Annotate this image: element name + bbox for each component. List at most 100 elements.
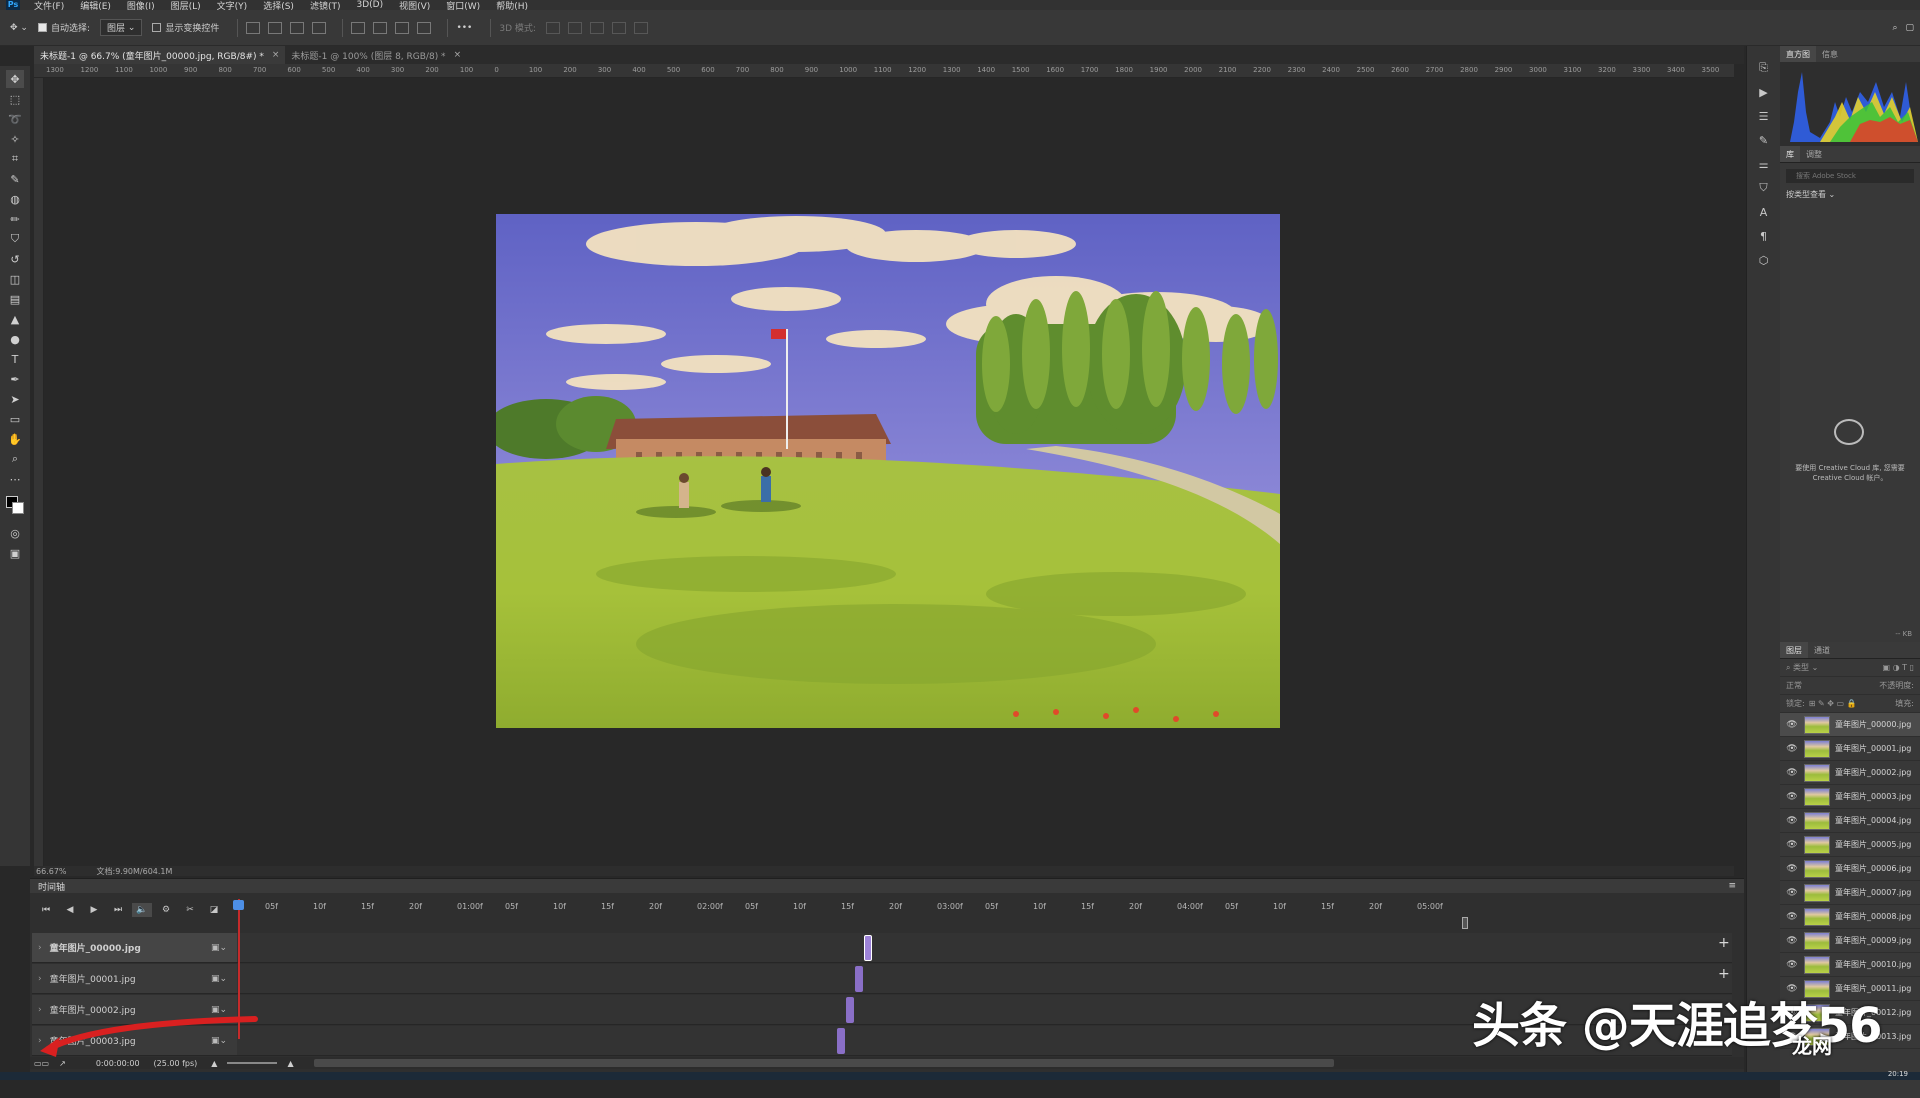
audio-icon[interactable]: 🔈 xyxy=(132,903,152,917)
dodge-tool-icon[interactable]: ● xyxy=(6,330,24,348)
align-left-icon[interactable] xyxy=(246,21,261,34)
library-search-input[interactable]: 搜索 Adobe Stock xyxy=(1786,169,1914,183)
align-right-icon[interactable] xyxy=(290,21,305,34)
path-selection-tool-icon[interactable]: ➤ xyxy=(6,390,24,408)
3d-slide-icon[interactable] xyxy=(611,21,626,34)
gradient-tool-icon[interactable]: ▤ xyxy=(6,290,24,308)
healing-brush-tool-icon[interactable]: ◍ xyxy=(6,190,24,208)
workspace-icon[interactable]: ▢ xyxy=(1905,23,1914,33)
layer-row[interactable]: 👁 童年图片_00001.jpg xyxy=(1780,737,1920,761)
tab-channels[interactable]: 通道 xyxy=(1808,642,1836,658)
canvas-artwork-image[interactable] xyxy=(496,214,1280,728)
adjust-sliders-icon[interactable]: ⚌ xyxy=(1755,156,1773,172)
3d-cube-icon[interactable]: ⬡ xyxy=(1755,252,1773,268)
timeline-lane[interactable] xyxy=(237,933,1732,963)
more-tools-icon[interactable]: ⋯ xyxy=(6,470,24,488)
auto-select-checkbox[interactable]: 自动选择: xyxy=(37,21,90,34)
split-scissors-icon[interactable]: ✂ xyxy=(180,903,200,917)
eye-icon[interactable]: 👁 xyxy=(1784,960,1800,970)
film-icon[interactable]: ▣⌄ xyxy=(211,974,227,984)
layer-row[interactable]: 👁 童年图片_00004.jpg xyxy=(1780,809,1920,833)
distribute-vertical-icon[interactable] xyxy=(417,21,432,34)
add-media-plus-icon[interactable]: + xyxy=(1718,966,1730,982)
search-icon[interactable]: ⌕ xyxy=(1892,23,1897,33)
film-icon[interactable]: ▣⌄ xyxy=(211,943,227,953)
previous-frame-icon[interactable]: ◀ xyxy=(60,903,80,917)
layer-row[interactable]: 👁 童年图片_00008.jpg xyxy=(1780,905,1920,929)
3d-scale-icon[interactable] xyxy=(633,21,648,34)
fill-label[interactable]: 填充: xyxy=(1895,698,1914,709)
transition-icon[interactable]: ◪ xyxy=(204,903,224,917)
eye-icon[interactable]: 👁 xyxy=(1784,744,1800,754)
next-frame-icon[interactable]: ⏭ xyxy=(108,903,128,917)
brush-tool-icon[interactable]: ✏ xyxy=(6,210,24,228)
timeline-scrollbar[interactable] xyxy=(313,1059,1334,1067)
close-icon[interactable]: × xyxy=(272,50,280,60)
layer-row[interactable]: 👁 童年图片_00009.jpg xyxy=(1780,929,1920,953)
lasso-tool-icon[interactable]: ➰ xyxy=(6,110,24,128)
timeline-track[interactable]: › 童年图片_00000.jpg ▣⌄ xyxy=(32,933,237,963)
chevron-right-icon[interactable]: › xyxy=(38,943,42,953)
eye-icon[interactable]: 👁 xyxy=(1784,864,1800,874)
zoom-in-mountain-icon[interactable]: ▲ xyxy=(287,1059,293,1068)
library-view-by-type-dropdown[interactable]: 按类型查看 ⌄ xyxy=(1786,189,1914,200)
eye-icon[interactable]: 👁 xyxy=(1784,792,1800,802)
render-video-icon[interactable]: ↗ xyxy=(59,1059,66,1068)
zoom-out-mountain-icon[interactable]: ▲ xyxy=(211,1059,217,1068)
type-tool-icon[interactable]: T xyxy=(6,350,24,368)
align-middle-icon[interactable] xyxy=(373,21,388,34)
playhead-handle[interactable] xyxy=(233,900,244,910)
zoom-level[interactable]: 66.67% xyxy=(36,867,67,876)
menu-3d[interactable]: 3D(D) xyxy=(356,0,383,10)
frame-clip[interactable] xyxy=(837,1028,845,1054)
properties-icon[interactable]: ☰ xyxy=(1755,108,1773,124)
eye-icon[interactable]: 👁 xyxy=(1784,768,1800,778)
play-icon[interactable]: ▶ xyxy=(84,903,104,917)
tab-adjustments[interactable]: 调整 xyxy=(1800,146,1828,162)
3d-pan-icon[interactable] xyxy=(589,21,604,34)
frame-clip[interactable] xyxy=(846,997,854,1023)
add-media-plus-icon[interactable]: + xyxy=(1718,935,1730,951)
eye-icon[interactable]: 👁 xyxy=(1784,840,1800,850)
chevron-right-icon[interactable]: › xyxy=(38,974,42,984)
layer-kind-filter-dropdown[interactable]: ⌕ 类型 ⌄ xyxy=(1786,662,1818,673)
eraser-tool-icon[interactable]: ◫ xyxy=(6,270,24,288)
tab-libraries[interactable]: 库 xyxy=(1780,146,1800,162)
opacity-label[interactable]: 不透明度: xyxy=(1879,680,1914,691)
zoom-tool-icon[interactable]: ⌕ xyxy=(6,450,24,468)
brush-settings-icon[interactable]: ✎ xyxy=(1755,132,1773,148)
background-color-swatch[interactable] xyxy=(12,502,24,514)
settings-gear-icon[interactable]: ⚙ xyxy=(156,903,176,917)
filter-type-icons[interactable]: ▣ ◑ T ▯ xyxy=(1883,663,1914,672)
distribute-horizontal-icon[interactable] xyxy=(312,21,327,34)
color-swatches[interactable] xyxy=(6,496,24,514)
tab-document-1[interactable]: 未标题-1 @ 66.7% (童年图片_00000.jpg, RGB/8#) *… xyxy=(34,46,286,64)
crop-tool-icon[interactable]: ⌗ xyxy=(6,150,24,168)
layer-row[interactable]: 👁 童年图片_00002.jpg xyxy=(1780,761,1920,785)
move-tool-icon[interactable]: ✥ xyxy=(6,70,24,88)
work-area-end-handle[interactable] xyxy=(1462,917,1468,929)
layer-row[interactable]: 👁 童年图片_00010.jpg xyxy=(1780,953,1920,977)
timeline-title[interactable]: 时间轴 xyxy=(38,880,65,893)
shape-tool-icon[interactable]: ▭ xyxy=(6,410,24,428)
eye-icon[interactable]: 👁 xyxy=(1784,936,1800,946)
3d-roll-icon[interactable] xyxy=(567,21,582,34)
actions-play-icon[interactable]: ▶ xyxy=(1755,84,1773,100)
align-bottom-icon[interactable] xyxy=(395,21,410,34)
tab-histogram[interactable]: 直方图 xyxy=(1780,46,1816,62)
paragraph-icon[interactable]: ¶ xyxy=(1755,228,1773,244)
character-icon[interactable]: A xyxy=(1755,204,1773,220)
align-top-icon[interactable] xyxy=(351,21,366,34)
marquee-tool-icon[interactable]: ⬚ xyxy=(6,90,24,108)
auto-select-target-dropdown[interactable]: 图层 ⌄ xyxy=(100,19,143,36)
blend-mode-dropdown[interactable]: 正常 xyxy=(1786,680,1802,691)
layer-row[interactable]: 👁 童年图片_00005.jpg xyxy=(1780,833,1920,857)
timeline-ruler[interactable]: 05f 10f 15f 20f 01:00f 05f 10f 15f 20f 02:00f 05f 1… xyxy=(235,899,1735,915)
pen-tool-icon[interactable]: ✒ xyxy=(6,370,24,388)
frame-clip[interactable] xyxy=(855,966,863,992)
frame-clip[interactable] xyxy=(864,935,872,961)
tab-layers[interactable]: 图层 xyxy=(1780,642,1808,658)
eye-icon[interactable]: 👁 xyxy=(1784,888,1800,898)
blur-tool-icon[interactable]: ▲ xyxy=(6,310,24,328)
convert-to-frame-animation-icon[interactable]: ▭▭ xyxy=(34,1059,49,1068)
